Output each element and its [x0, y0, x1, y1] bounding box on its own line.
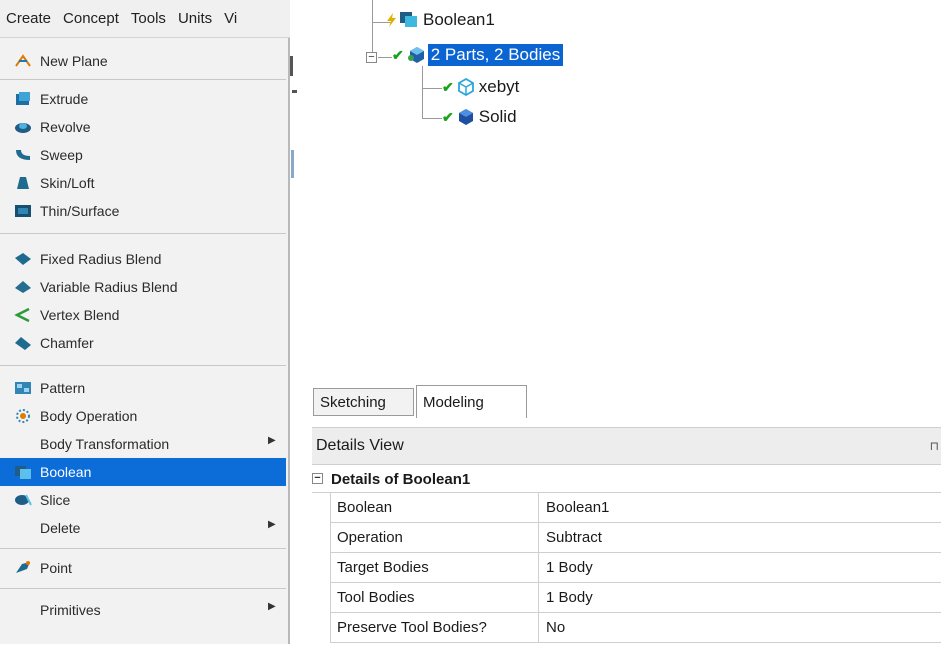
tree-connector [422, 66, 423, 118]
menu-item-chamfer[interactable]: Chamfer [0, 329, 286, 357]
details-row-preserve-tool-bodies[interactable]: Preserve Tool Bodies? No [330, 613, 941, 643]
menu-bar: Create Concept Tools Units Vi [0, 0, 290, 38]
tree-node-parts[interactable]: ✔ 2 Parts, 2 Bodies [392, 44, 564, 66]
solid-body-icon [458, 109, 473, 125]
tree-node-boolean1[interactable]: Boolean1 [384, 9, 498, 31]
tree-connector [378, 57, 392, 58]
lightning-status-icon [387, 13, 396, 27]
checkmark-icon: ✔ [442, 78, 454, 95]
submenu-arrow-icon: ▶ [268, 435, 276, 446]
menu-item-delete[interactable]: Delete ▶ [0, 514, 286, 542]
menu-concept[interactable]: Concept [63, 10, 119, 27]
checkmark-icon: ✔ [442, 108, 454, 125]
fixed-radius-blend-icon [15, 253, 31, 265]
details-gutter [312, 493, 330, 644]
menu-item-body-transformation[interactable]: Body Transformation ▶ [0, 430, 286, 458]
slice-icon [15, 494, 32, 506]
tree-expander-collapse[interactable]: − [366, 52, 377, 63]
menu-item-sweep[interactable]: Sweep [0, 141, 286, 169]
menu-item-revolve[interactable]: Revolve [0, 113, 286, 141]
menu-item-body-operation[interactable]: Body Operation [0, 402, 286, 430]
menu-create[interactable]: Create [6, 10, 51, 27]
menu-separator [0, 588, 286, 589]
menu-item-variable-radius-blend[interactable]: Variable Radius Blend [0, 273, 286, 301]
revolve-icon [15, 123, 31, 133]
vertex-blend-icon [14, 307, 30, 323]
menu-separator [0, 365, 286, 366]
menu-item-boolean[interactable]: Boolean [0, 458, 286, 486]
surface-body-icon [457, 78, 474, 96]
tree-connector [372, 22, 373, 52]
outline-tree: Boolean1 − ✔ 2 Parts, 2 Bodies ✔ xebyt ✔… [300, 0, 941, 380]
tab-strip: Sketching Modeling [312, 380, 941, 426]
menu-item-new-plane[interactable]: New Plane [0, 47, 286, 75]
tree-node-body-xebyt[interactable]: ✔ xebyt [442, 76, 522, 98]
details-group-header[interactable]: − Details of Boolean1 [312, 465, 941, 493]
menu-item-extrude[interactable]: Extrude [0, 85, 286, 113]
menu-separator [0, 233, 286, 234]
menu-tools[interactable]: Tools [131, 10, 166, 27]
sweep-icon [16, 150, 30, 160]
tree-connector [422, 118, 442, 119]
tree-node-body-solid[interactable]: ✔ Solid [442, 106, 520, 128]
menu-item-point[interactable]: Point [0, 554, 286, 582]
new-plane-icon [15, 54, 31, 67]
details-view-panel: Details View ⊓ − Details of Boolean1 Boo… [312, 427, 941, 644]
menu-item-slice[interactable]: Slice [0, 486, 286, 514]
variable-radius-blend-icon [15, 281, 31, 293]
details-row-tool-bodies[interactable]: Tool Bodies 1 Body [330, 583, 941, 613]
details-view-header: Details View ⊓ [312, 427, 941, 465]
tab-modeling[interactable]: Modeling [416, 385, 527, 418]
create-menu-dropdown: New Plane Extrude Revolve Sweep Skin/Lof… [0, 38, 290, 644]
menu-item-skin-loft[interactable]: Skin/Loft [0, 169, 286, 197]
submenu-arrow-icon: ▶ [268, 519, 276, 530]
extrude-icon [16, 92, 30, 105]
menu-item-vertex-blend[interactable]: Vertex Blend [0, 301, 286, 329]
menu-item-thin-surface[interactable]: Thin/Surface [0, 197, 286, 225]
thin-surface-icon [15, 205, 31, 217]
tree-connector [422, 88, 442, 89]
checkmark-icon: ✔ [392, 46, 404, 63]
tree-connector [372, 0, 373, 22]
parts-bodies-icon [407, 47, 424, 63]
group-collapse-icon[interactable]: − [312, 473, 323, 484]
menu-item-pattern[interactable]: Pattern [0, 374, 286, 402]
tab-sketching[interactable]: Sketching [313, 388, 414, 416]
menu-item-primitives[interactable]: Primitives ▶ [0, 596, 286, 624]
menu-separator [0, 548, 286, 549]
pattern-icon [15, 382, 31, 394]
details-row-operation[interactable]: Operation Subtract [330, 523, 941, 553]
boolean-icon [400, 12, 417, 27]
details-row-target-bodies[interactable]: Target Bodies 1 Body [330, 553, 941, 583]
boolean-icon [15, 466, 31, 479]
body-operation-icon [16, 409, 30, 423]
background-fragment [291, 150, 294, 178]
menu-view[interactable]: Vi [224, 10, 237, 27]
background-fragment [292, 90, 297, 93]
background-fragment [290, 56, 293, 76]
submenu-arrow-icon: ▶ [268, 601, 276, 612]
menu-separator [0, 79, 286, 80]
pin-icon[interactable]: ⊓ [930, 439, 939, 453]
point-icon [16, 561, 30, 573]
menu-units[interactable]: Units [178, 10, 212, 27]
details-row-boolean[interactable]: Boolean Boolean1 [330, 493, 941, 523]
chamfer-icon [15, 337, 31, 350]
menu-item-fixed-radius-blend[interactable]: Fixed Radius Blend [0, 245, 286, 273]
skin-loft-icon [17, 177, 29, 189]
